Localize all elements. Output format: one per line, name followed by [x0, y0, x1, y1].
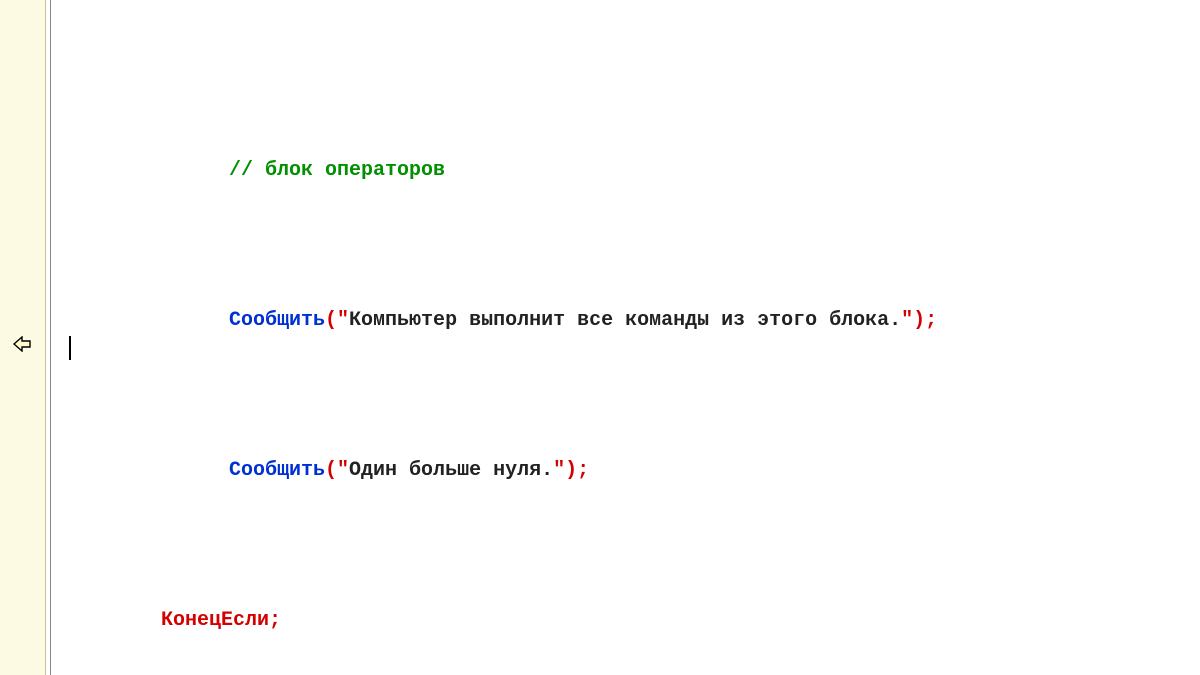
- keyword-endif: КонецЕсли: [161, 609, 269, 632]
- function-call: Сообщить: [229, 309, 325, 332]
- breakpoint-arrow-icon[interactable]: [12, 334, 32, 354]
- gutter: [0, 0, 46, 675]
- comment: // блок операторов: [229, 159, 445, 182]
- string-literal: Компьютер выполнит все команды из этого …: [349, 309, 901, 332]
- code-area[interactable]: // блок операторов Сообщить("Компьютер в…: [51, 0, 1200, 675]
- text-caret: [69, 336, 71, 360]
- code-line: Сообщить("Один больше нуля.");: [69, 456, 1200, 486]
- code-editor[interactable]: // блок операторов Сообщить("Компьютер в…: [0, 0, 1200, 675]
- code-line: // блок операторов: [69, 156, 1200, 186]
- code-line: КонецЕсли;: [69, 606, 1200, 636]
- code-line: Сообщить("Компьютер выполнит все команды…: [69, 306, 1200, 336]
